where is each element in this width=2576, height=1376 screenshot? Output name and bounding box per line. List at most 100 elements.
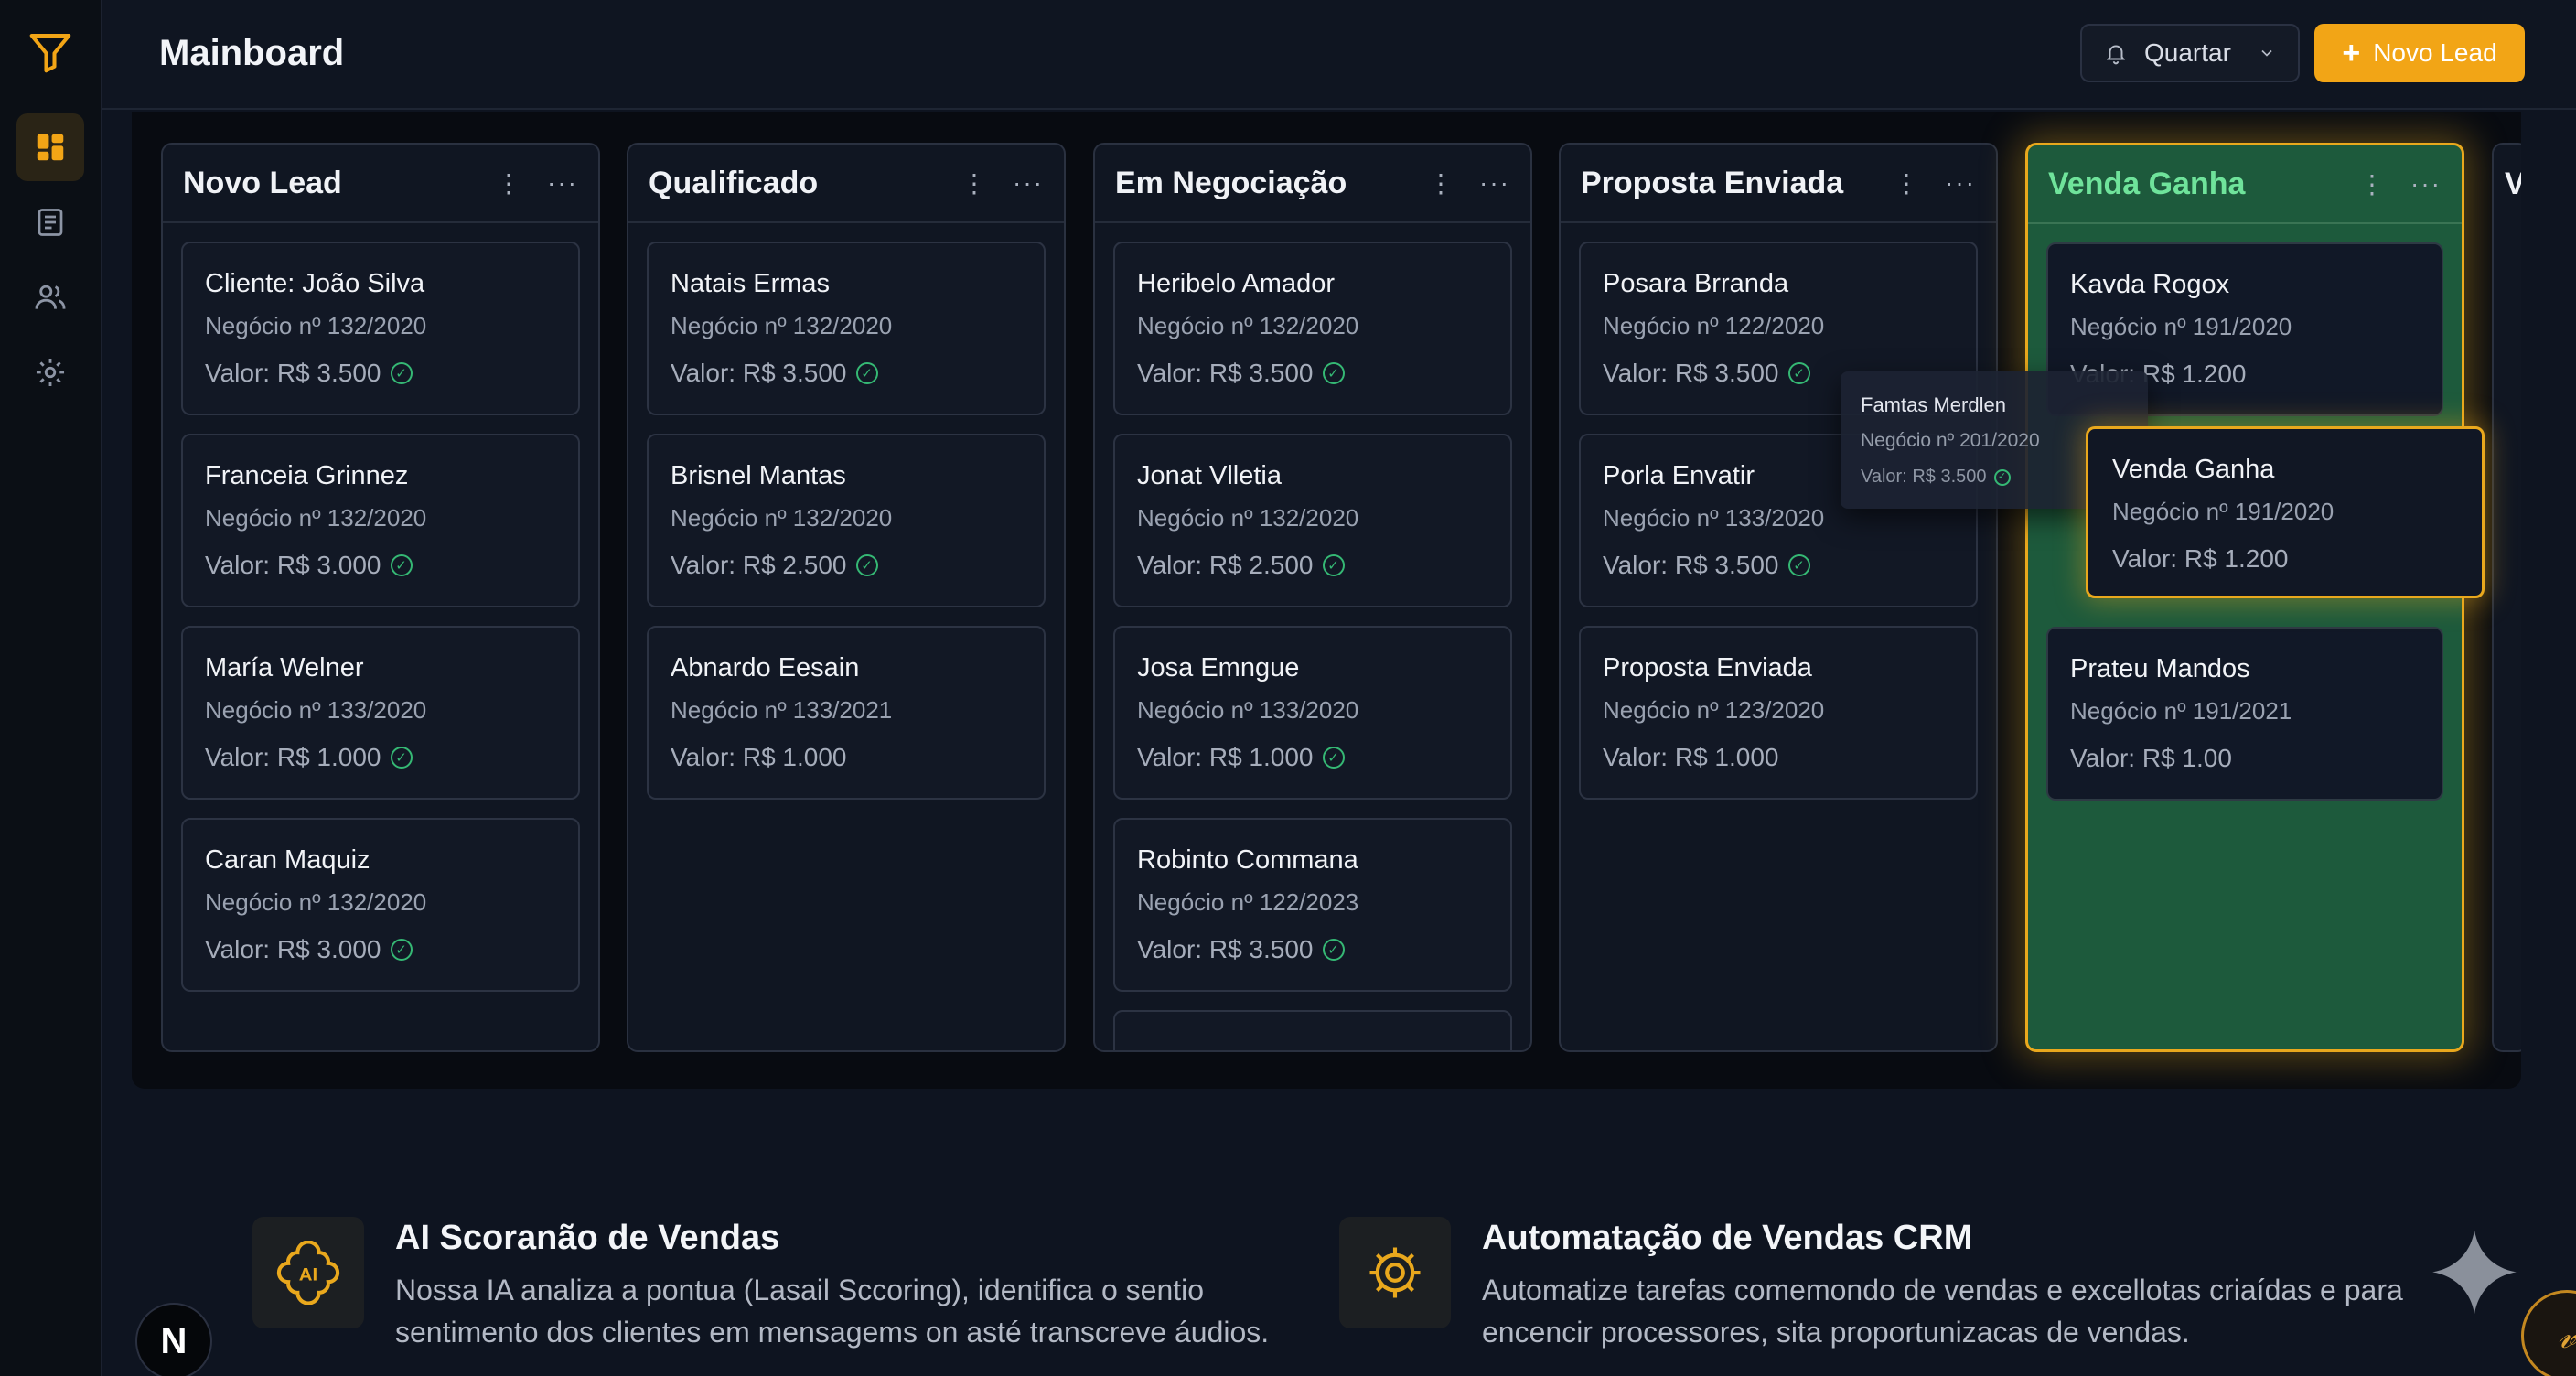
lead-card[interactable]: Brisnel Mantas Negócio nº 132/2020 Valor… [647, 434, 1046, 607]
card-value: Valor: R$ 2.500 [1137, 551, 1314, 579]
dashboard-icon [37, 134, 64, 161]
lead-card[interactable]: Josa Emngue Negócio nº 133/2020 Valor: R… [1113, 626, 1512, 800]
more-options-icon[interactable]: ··· [1013, 168, 1044, 199]
plus-icon: + [2342, 36, 2361, 70]
card-value: Valor: R$ 3.500 [1603, 551, 1779, 579]
card-name: Franceia Grinnez [205, 461, 409, 490]
check-icon: ✓ [390, 362, 413, 384]
lead-card[interactable]: Caran Maquiz Negócio nº 132/2020 Valor: … [181, 818, 580, 992]
feature-title: Automatação de Vendas CRM [1482, 1219, 1973, 1257]
column-header: Novo Lead ⋮ ··· [163, 145, 598, 223]
card-value: Valor: R$ 1.000 [205, 743, 381, 771]
card-value: Valor: R$ 1.000 [1603, 743, 1779, 771]
card-deal: Negócio nº 191/2021 [2070, 697, 2292, 725]
document-icon [38, 209, 63, 236]
more-options-icon[interactable]: ··· [547, 168, 578, 199]
card-deal: Negócio nº 122/2023 [1137, 888, 1359, 916]
card-name: Cliente: João Silva [205, 269, 425, 298]
feature-ai-scoring: AI AI Scoranão de Vendas Nossa IA analiz… [252, 1217, 1347, 1353]
more-options-icon[interactable]: ··· [2410, 169, 2442, 199]
column-title: Proposta Enviada [1581, 165, 1844, 200]
column-title: Novo Lead [183, 165, 342, 200]
card-deal: Negócio nº 132/2020 [205, 504, 427, 532]
vertical-dots-icon[interactable]: ⋮ [1894, 168, 1921, 199]
column-title: Venda Ganha [2048, 166, 2246, 201]
funnel-logo-icon[interactable] [26, 27, 75, 77]
more-options-icon[interactable]: ··· [1945, 168, 1976, 199]
column-header: Qualificado ⋮ ··· [628, 145, 1064, 223]
vertical-dots-icon[interactable]: ⋮ [496, 168, 523, 199]
lead-card-cutoff[interactable] [1113, 1010, 1512, 1050]
check-icon: ✓ [855, 554, 878, 576]
card-value: Valor: R$ 3.000 [205, 551, 381, 579]
sidebar-item-documents[interactable] [16, 188, 84, 256]
dropped-card-highlight[interactable]: Venda Ganha Negócio nº 191/2020 Valor: R… [2086, 426, 2485, 598]
column-em-negociacao: Em Negociação ⋮ ··· Heribelo Amador Negóc… [1093, 143, 1532, 1052]
card-deal: Negócio nº 123/2020 [1603, 696, 1825, 724]
check-icon: ✓ [1787, 362, 1810, 384]
sidebar-item-settings[interactable] [16, 339, 84, 406]
column-header: Venda Ganha ⋮ ··· [2028, 145, 2462, 224]
feature-title: AI Scoranão de Vendas [395, 1219, 780, 1257]
card-value: Valor: R$ 1.000 [1137, 743, 1314, 771]
sidebar-item-users[interactable] [16, 263, 84, 331]
lead-card[interactable]: Proposta Enviada Negócio nº 123/2020 Val… [1579, 626, 1978, 800]
check-icon: ✓ [1993, 468, 2011, 486]
feature-crm-automation: Automatação de Vendas CRM Automatize tar… [1339, 1217, 2406, 1353]
card-name: Posara Brranda [1603, 269, 1789, 298]
ai-icon: AI [252, 1217, 364, 1328]
column-header: Em Negociação ⋮ ··· [1095, 145, 1530, 223]
column-proposta-enviada: Proposta Enviada ⋮ ··· Posara Brranda Neg… [1559, 143, 1998, 1052]
lead-card[interactable]: Natais Ermas Negócio nº 132/2020 Valor: … [647, 242, 1046, 415]
card-name: Natais Ermas [671, 269, 831, 298]
gear-icon [36, 358, 65, 387]
column-header: Proposta Enviada ⋮ ··· [1561, 145, 1996, 223]
lead-card[interactable]: Abnardo Eesain Negócio nº 133/2021 Valor… [647, 626, 1046, 800]
lead-card[interactable]: Franceia Grinnez Negócio nº 132/2020 Val… [181, 434, 580, 607]
sidebar-item-dashboard[interactable] [16, 113, 84, 181]
lead-card[interactable]: Jonat Vlletia Negócio nº 132/2020 Valor:… [1113, 434, 1512, 607]
check-icon: ✓ [1322, 747, 1345, 769]
card-deal: Negócio nº 191/2020 [2070, 313, 2292, 340]
lead-card[interactable]: Prateu Mandos Negócio nº 191/2021 Valor:… [2046, 627, 2443, 801]
lead-card[interactable]: María Welner Negócio nº 133/2020 Valor: … [181, 626, 580, 800]
more-options-icon[interactable]: ··· [1479, 168, 1510, 199]
card-deal: Negócio nº 191/2020 [2112, 498, 2334, 525]
card-name: Famtas Merdlen [1861, 393, 2006, 416]
check-icon: ✓ [390, 939, 413, 961]
user-avatar[interactable]: N [135, 1303, 212, 1376]
card-value: Valor: R$ 3.500 [205, 359, 381, 387]
sparkle-icon [2424, 1226, 2525, 1331]
card-value: Valor: R$ 3.500 [1137, 935, 1314, 963]
column-qualificado: Qualificado ⋮ ··· Natais Ermas Negócio nº… [627, 143, 1066, 1052]
check-icon: ✓ [1322, 554, 1345, 576]
card-deal: Negócio nº 133/2020 [205, 696, 427, 724]
brand-badge-icon[interactable]: 𝓋 [2521, 1290, 2576, 1376]
card-value: Valor: R$ 2.500 [671, 551, 847, 579]
lead-card[interactable]: Heribelo Amador Negócio nº 132/2020 Valo… [1113, 242, 1512, 415]
card-value: Valor: R$ 1.00 [2070, 744, 2232, 772]
feature-description: Automatize tarefas comemondo de vendas e… [1482, 1274, 2403, 1349]
column-title: Qualificado [649, 165, 819, 200]
card-deal: Negócio nº 133/2020 [1137, 696, 1359, 724]
vertical-dots-icon[interactable]: ⋮ [2359, 169, 2387, 199]
column-novo-lead: Novo Lead ⋮ ··· Cliente: João Silva Negóc… [161, 143, 600, 1052]
lead-card[interactable]: Robinto Commana Negócio nº 122/2023 Valo… [1113, 818, 1512, 992]
lead-card[interactable]: Cliente: João Silva Negócio nº 132/2020 … [181, 242, 580, 415]
card-deal: Negócio nº 132/2020 [1137, 312, 1359, 339]
vertical-dots-icon[interactable]: ⋮ [961, 168, 989, 199]
card-name: Brisnel Mantas [671, 461, 846, 490]
card-name: Kavda Rogox [2070, 270, 2230, 299]
new-lead-button[interactable]: + Novo Lead [2314, 24, 2525, 82]
sidebar [0, 0, 102, 1376]
card-name: María Welner [205, 653, 364, 683]
card-name: Caran Maquiz [205, 845, 370, 875]
card-name: Heribelo Amador [1137, 269, 1335, 298]
check-icon: ✓ [390, 554, 413, 576]
card-deal: Negócio nº 132/2020 [1137, 504, 1359, 532]
page-title: Mainboard [159, 33, 345, 73]
vertical-dots-icon[interactable]: ⋮ [1428, 168, 1455, 199]
kanban-board: Novo Lead ⋮ ··· Cliente: João Silva Negóc… [132, 112, 2521, 1089]
column-title: V [2505, 167, 2521, 202]
user-select[interactable]: Quartar [2080, 24, 2300, 82]
